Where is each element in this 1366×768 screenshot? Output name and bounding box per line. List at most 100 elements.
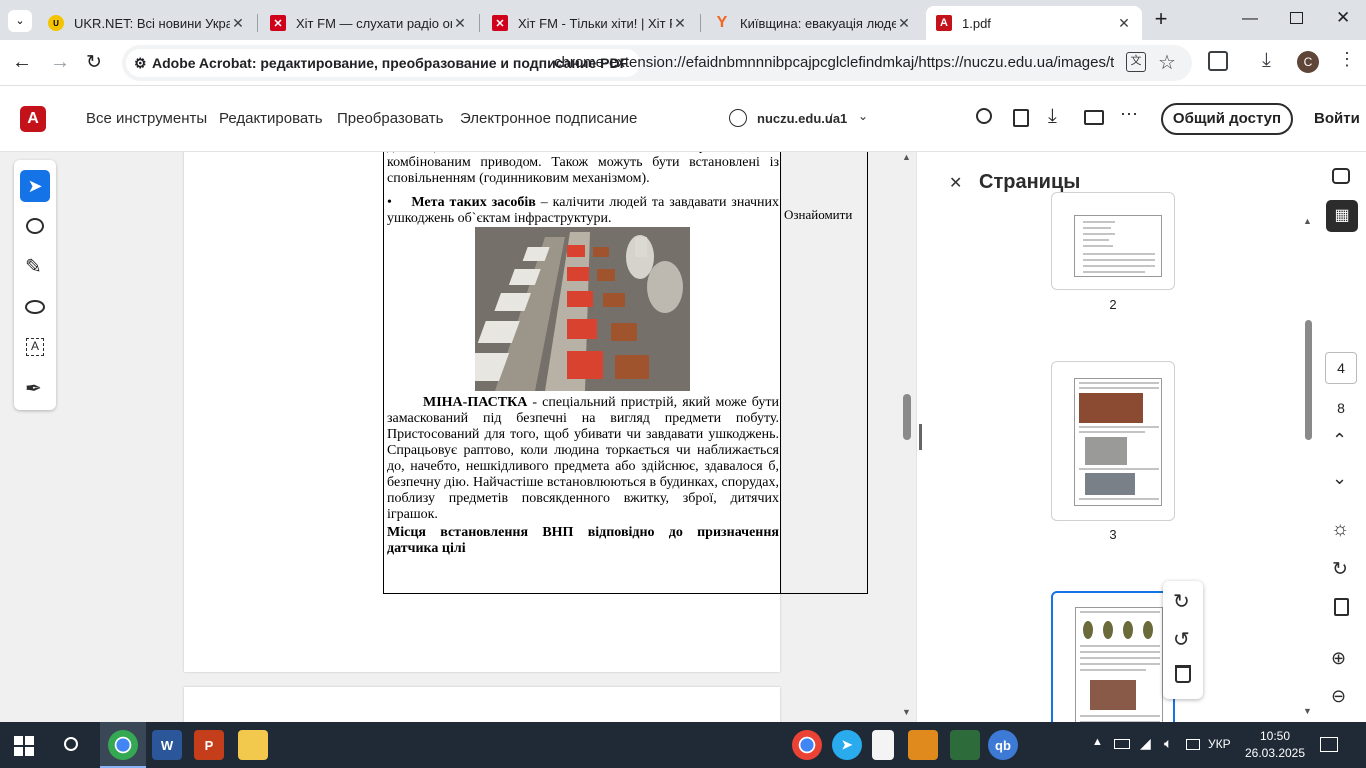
chrome-pinned-icon[interactable] [792, 730, 822, 760]
chevron-up-icon[interactable]: ⌃ [1332, 430, 1347, 451]
scroll-down-arrow[interactable]: ▼ [902, 707, 911, 717]
qbittorrent-icon[interactable]: qb [988, 730, 1018, 760]
share-button[interactable]: Общий доступ [1161, 103, 1293, 135]
reload-icon[interactable]: ↻ [86, 51, 102, 74]
rotate-counterclockwise-icon[interactable]: ↺ [1173, 627, 1190, 652]
zoom-in-icon[interactable]: ⊕ [1331, 648, 1346, 669]
zoom-out-icon[interactable]: ⊖ [1331, 686, 1346, 707]
media-app-icon[interactable] [908, 730, 938, 760]
goal-bold: Мета таких засобів [411, 195, 536, 210]
page-view-icon[interactable] [1013, 109, 1029, 127]
menu-edit[interactable]: Редактировать [219, 110, 323, 127]
photo-illustration [475, 227, 690, 391]
page-thumbnail-4[interactable] [1051, 591, 1175, 722]
battery-icon[interactable] [1114, 739, 1130, 749]
panel-scroll-up-arrow[interactable]: ▲ [1303, 216, 1312, 226]
panel-resize-handle[interactable] [919, 424, 922, 450]
doc-paragraph-method: дистанційним, хімічним, механічним, елек… [387, 152, 779, 186]
chevron-down-icon[interactable]: ⌄ [1332, 468, 1347, 489]
document-icon[interactable] [872, 730, 894, 760]
close-icon[interactable]: ✕ [230, 15, 246, 32]
close-icon[interactable]: ✕ [452, 15, 468, 32]
menu-all-tools[interactable]: Все инструменты [86, 110, 207, 127]
close-icon[interactable]: ✕ [672, 15, 688, 32]
thumb-paper [1074, 378, 1162, 506]
windows-start-icon[interactable] [14, 736, 34, 756]
print-icon[interactable] [1084, 110, 1104, 125]
acrobat-logo-icon[interactable]: A [20, 106, 46, 132]
menu-convert[interactable]: Преобразовать [337, 110, 443, 127]
sign-icon[interactable]: ✒ [25, 376, 42, 401]
panel-scrollbar-thumb[interactable] [1305, 320, 1312, 440]
telegram-icon[interactable]: ➤ [832, 730, 862, 760]
back-icon[interactable]: ← [12, 51, 32, 74]
select-tool-button[interactable]: ➤ [20, 170, 50, 202]
lasso-icon[interactable] [25, 300, 45, 314]
trash-icon[interactable] [1175, 665, 1191, 683]
comment-panel-icon[interactable] [1332, 168, 1350, 184]
input-language[interactable]: УКР [1208, 737, 1231, 751]
volume-icon[interactable]: 🔈︎ [1164, 735, 1172, 752]
address-bar[interactable]: ⚙ Adobe Acrobat: редактирование, преобра… [122, 45, 1192, 81]
page-thumbnail-3[interactable] [1051, 361, 1175, 521]
refresh-icon[interactable]: ↻ [1332, 558, 1348, 581]
url-text[interactable]: chrome-extension://efaidnbmnnnibpcajpcgl… [554, 45, 1114, 81]
search-icon[interactable] [64, 737, 78, 751]
new-tab-button[interactable]: + [1150, 6, 1172, 32]
pages-panel-button[interactable]: ▦ [1326, 200, 1358, 232]
tab-hitfm-2[interactable]: ✕ Хіт FM - Тільки хіти! | Хіт FM ✕ [482, 6, 698, 40]
download-icon[interactable]: ⤓ [1262, 49, 1271, 72]
extract-page-icon[interactable] [1334, 598, 1349, 616]
tab-divider [257, 14, 258, 32]
text-box-icon[interactable]: A [26, 338, 44, 356]
file-source: nuczu.edu.ua [757, 111, 841, 126]
forward-icon[interactable]: → [50, 51, 70, 74]
download-icon[interactable]: ⤓ [1048, 105, 1057, 128]
file-explorer-icon[interactable] [238, 730, 268, 760]
chart-app-icon[interactable] [950, 730, 980, 760]
notifications-icon[interactable] [1320, 737, 1338, 752]
camera-icon[interactable] [1186, 739, 1200, 750]
sign-in-button[interactable]: Войти [1314, 110, 1360, 127]
tab-ukrnet[interactable]: U UKR.NET: Всі новини Україн ✕ [38, 6, 256, 40]
search-icon[interactable] [976, 108, 992, 124]
close-icon[interactable]: ✕ [1116, 15, 1132, 32]
menu-esign[interactable]: Электронное подписание [460, 110, 637, 127]
quick-tools-panel: ➤ ✎ A ✒ [14, 160, 56, 410]
minimize-icon[interactable]: — [1242, 10, 1258, 28]
news-favicon: Y [716, 14, 728, 31]
tab-search-button[interactable]: ⌄ [8, 10, 32, 32]
thumb-content [1079, 382, 1159, 500]
bullet: • [387, 195, 392, 210]
current-page-box[interactable]: 4 [1325, 352, 1357, 384]
tab-kyivshchyna[interactable]: Y Київщина: евакуація людей ✕ [704, 6, 922, 40]
ukrnet-favicon: U [48, 15, 64, 31]
word-icon[interactable]: W [152, 730, 182, 760]
close-icon[interactable]: ✕ [896, 15, 912, 32]
close-window-icon[interactable]: ✕ [1336, 8, 1350, 28]
tab-hitfm-1[interactable]: ✕ Хіт FM — слухати радіо онл ✕ [260, 6, 478, 40]
chevron-down-icon[interactable]: ⌄ [858, 109, 868, 123]
scroll-up-arrow[interactable]: ▲ [902, 152, 911, 162]
clock[interactable]: 10:50 26.03.2025 [1240, 728, 1310, 762]
tray-chevron-icon[interactable]: ▲ [1092, 736, 1103, 748]
wifi-icon[interactable]: ◢ [1140, 735, 1151, 752]
rotate-clockwise-icon[interactable]: ↻ [1173, 589, 1190, 614]
avatar[interactable]: C [1297, 51, 1319, 73]
document-viewport[interactable]: дистанційним, хімічним, механічним, елек… [70, 152, 916, 722]
powerpoint-icon[interactable]: P [194, 730, 224, 760]
close-panel-icon[interactable]: ✕ [949, 173, 962, 193]
more-horiz-icon[interactable]: ⋯ [1120, 104, 1138, 125]
more-vert-icon[interactable]: ⋮ [1338, 49, 1356, 70]
brightness-icon[interactable]: ☼ [1331, 518, 1349, 541]
tab-1pdf[interactable]: A 1.pdf ✕ [926, 6, 1142, 40]
translate-icon[interactable]: 文 [1126, 52, 1146, 72]
extensions-icon[interactable] [1208, 51, 1228, 71]
bookmark-star-icon[interactable]: ☆ [1158, 50, 1176, 75]
scrollbar-thumb[interactable] [903, 394, 911, 440]
panel-scroll-down-arrow[interactable]: ▼ [1303, 706, 1312, 716]
restore-icon[interactable] [1290, 12, 1303, 24]
comment-icon[interactable] [26, 218, 44, 234]
pen-icon[interactable]: ✎ [25, 254, 42, 279]
page-thumbnail-2[interactable] [1051, 192, 1175, 290]
